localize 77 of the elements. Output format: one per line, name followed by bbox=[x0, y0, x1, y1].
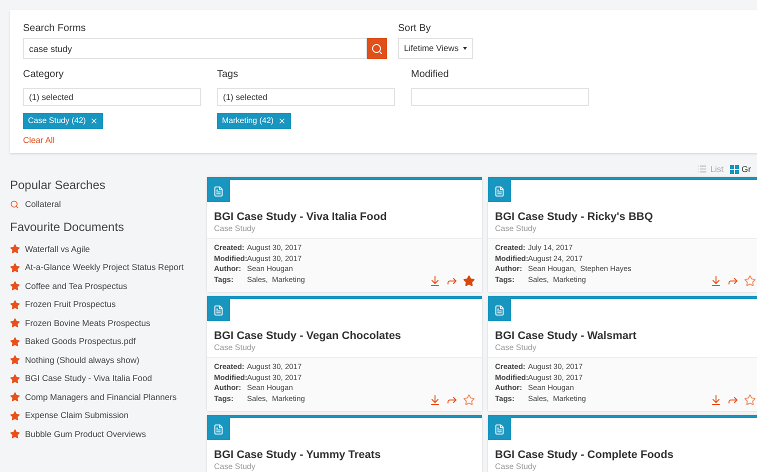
star-icon bbox=[10, 429, 20, 439]
favourite-document-link[interactable]: Waterfall vs Agile bbox=[25, 242, 90, 256]
pdf-file-icon bbox=[488, 180, 511, 202]
card-category: Case Study bbox=[214, 343, 256, 353]
section-heading: Favourite Documents bbox=[10, 218, 126, 235]
pdf-file-icon bbox=[488, 418, 511, 440]
field-label: Tags bbox=[217, 68, 240, 82]
favourite-document-link[interactable]: At-a-Glance Weekly Project Status Report bbox=[25, 261, 184, 274]
share-icon[interactable] bbox=[727, 275, 739, 287]
star-icon bbox=[10, 336, 20, 346]
view-toggle[interactable]: Gr bbox=[730, 162, 751, 176]
download-icon[interactable] bbox=[710, 275, 722, 287]
pdf-file-icon bbox=[207, 299, 230, 321]
clear-all-link[interactable]: Clear All bbox=[23, 134, 757, 147]
remove-icon[interactable] bbox=[90, 117, 98, 125]
remove-icon[interactable] bbox=[278, 117, 286, 125]
card-category: Case Study bbox=[214, 462, 256, 472]
pdf-file-icon bbox=[207, 180, 230, 202]
card-title[interactable]: BGI Case Study - Vegan Chocolates bbox=[214, 329, 475, 343]
filled-star-icon[interactable] bbox=[463, 275, 475, 287]
card-title[interactable]: BGI Case Study - Viva Italia Food bbox=[214, 210, 475, 224]
search-button[interactable] bbox=[367, 38, 387, 59]
list-icon bbox=[697, 164, 708, 174]
search-field[interactable]: case study bbox=[23, 38, 367, 59]
star-outline-icon[interactable] bbox=[744, 275, 756, 287]
filter-field[interactable]: (1) selected bbox=[217, 88, 395, 106]
card-category: Case Study bbox=[495, 224, 538, 234]
star-outline-icon[interactable] bbox=[744, 394, 756, 406]
document-card[interactable]: BGI Case Study - Yummy Treats Case Study bbox=[207, 415, 482, 472]
filter-field[interactable]: (1) selected bbox=[23, 88, 201, 106]
favourite-document-link[interactable]: Baked Goods Prospectus.pdf bbox=[25, 335, 136, 348]
pdf-file-icon bbox=[207, 418, 230, 440]
section-heading: Popular Searches bbox=[10, 177, 106, 193]
favourite-document-link[interactable]: Coffee and Tea Prospectus bbox=[25, 280, 128, 292]
caret-icon bbox=[462, 47, 467, 50]
card-title[interactable]: BGI Case Study - Complete Foods bbox=[495, 448, 756, 462]
document-card[interactable]: BGI Case Study - Complete Foods Case Study bbox=[488, 415, 757, 472]
star-icon bbox=[10, 374, 20, 384]
favourite-document-link[interactable]: BGI Case Study - Viva Italia Food bbox=[25, 372, 152, 385]
download-icon[interactable] bbox=[710, 394, 722, 406]
star-icon bbox=[10, 355, 20, 365]
star-icon bbox=[10, 410, 20, 420]
sort-dropdown[interactable]: Lifetime Views bbox=[398, 38, 473, 59]
grid-icon bbox=[730, 164, 739, 174]
search-icon bbox=[371, 42, 383, 54]
favourite-document-link[interactable]: Frozen Bovine Meats Prospectus bbox=[25, 316, 150, 330]
card-category: Case Study bbox=[495, 343, 538, 353]
download-icon[interactable] bbox=[429, 275, 441, 287]
download-icon[interactable] bbox=[429, 394, 441, 406]
field-label: Sort By bbox=[398, 22, 432, 36]
star-outline-icon[interactable] bbox=[463, 394, 475, 406]
favourite-document-link[interactable]: Expense Claim Submission bbox=[25, 409, 128, 422]
popular-search-link[interactable]: Collateral bbox=[25, 198, 61, 211]
card-category: Case Study bbox=[214, 224, 256, 234]
star-icon bbox=[10, 244, 20, 254]
filter-field[interactable] bbox=[411, 88, 589, 106]
favourite-document-link[interactable]: Frozen Fruit Prospectus bbox=[25, 298, 116, 311]
share-icon[interactable] bbox=[727, 394, 739, 406]
share-icon[interactable] bbox=[446, 275, 458, 287]
favourite-document-link[interactable]: Comp Managers and Financial Planners bbox=[25, 390, 177, 404]
field-label: Modified bbox=[411, 68, 450, 82]
star-icon bbox=[10, 392, 20, 402]
field-label: Search Forms bbox=[23, 22, 87, 36]
card-category: Case Study bbox=[495, 462, 538, 472]
star-icon bbox=[10, 281, 20, 291]
share-icon[interactable] bbox=[446, 394, 458, 406]
field-label: Category bbox=[23, 68, 65, 82]
star-icon bbox=[10, 262, 20, 272]
star-icon bbox=[10, 300, 20, 310]
card-title[interactable]: BGI Case Study - Ricky's BBQ bbox=[495, 210, 756, 224]
favourite-document-link[interactable]: Nothing (Should always show) bbox=[25, 354, 140, 366]
pdf-file-icon bbox=[488, 299, 511, 321]
card-title[interactable]: BGI Case Study - Yummy Treats bbox=[214, 448, 475, 462]
card-title[interactable]: BGI Case Study - Walsmart bbox=[495, 329, 756, 343]
search-icon bbox=[10, 200, 19, 209]
favourite-document-link[interactable]: Bubble Gum Product Overviews bbox=[25, 428, 146, 440]
star-icon bbox=[10, 318, 20, 328]
